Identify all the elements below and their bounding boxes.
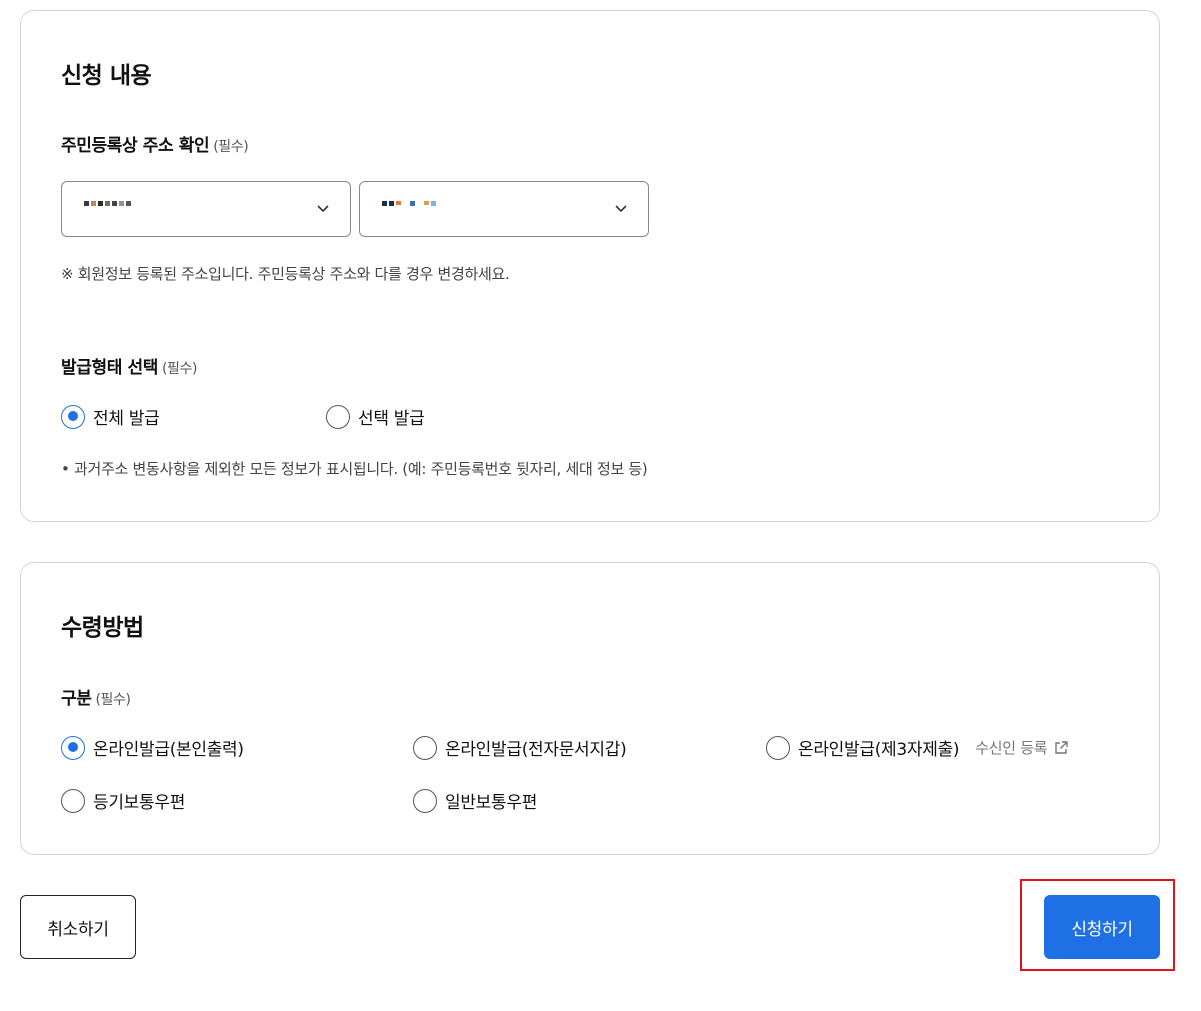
radio-unchecked-icon bbox=[61, 788, 85, 813]
issue-type-label-text: 발급형태 선택 bbox=[61, 358, 158, 378]
recipient-register-label: 수신인 등록 bbox=[975, 739, 1048, 757]
address-label-text: 주민등록상 주소 확인 bbox=[61, 136, 210, 156]
radio-full-issue[interactable]: 전체 발급 bbox=[61, 404, 160, 429]
cancel-button[interactable]: 취소하기 bbox=[20, 895, 136, 959]
required-marker: (필수) bbox=[213, 139, 249, 155]
address-label: 주민등록상 주소 확인 (필수) bbox=[61, 131, 249, 156]
address-note: ※ 회원정보 등록된 주소입니다. 주민등록상 주소와 다를 경우 변경하세요. bbox=[61, 265, 510, 283]
radio-unchecked-icon bbox=[326, 404, 350, 429]
radio-label: 선택 발급 bbox=[358, 409, 425, 429]
issue-type-label: 발급형태 선택 (필수) bbox=[61, 353, 197, 378]
apply-section: 신청 내용 주민등록상 주소 확인 (필수) ※ 회원정보 등록된 주소입니다. … bbox=[20, 10, 1160, 522]
radio-online-third-party[interactable]: 온라인발급(제3자제출) 수신인 등록 bbox=[766, 735, 1069, 760]
masked-value bbox=[382, 201, 436, 206]
address-city-select[interactable] bbox=[359, 181, 649, 237]
radio-label: 등기보통우편 bbox=[93, 793, 186, 813]
radio-checked-icon bbox=[61, 735, 85, 760]
address-province-select[interactable] bbox=[61, 181, 351, 237]
radio-label: 전체 발급 bbox=[93, 409, 160, 429]
category-label: 구분 (필수) bbox=[61, 684, 131, 709]
radio-label: 온라인발급(본인출력) bbox=[93, 740, 244, 760]
radio-regular-mail[interactable]: 일반보통우편 bbox=[413, 788, 537, 813]
chevron-down-icon bbox=[615, 205, 627, 213]
radio-label: 일반보통우편 bbox=[445, 793, 538, 813]
required-marker: (필수) bbox=[161, 361, 198, 377]
radio-label: 온라인발급(제3자제출) bbox=[798, 740, 960, 760]
radio-online-e-wallet[interactable]: 온라인발급(전자문서지갑) bbox=[413, 735, 627, 760]
receive-section: 수령방법 구분 (필수) 온라인발급(본인출력) 온라인발급(전자문서지갑) 온라… bbox=[20, 562, 1160, 855]
masked-value bbox=[84, 201, 131, 206]
radio-unchecked-icon bbox=[766, 735, 790, 760]
category-label-text: 구분 bbox=[61, 689, 92, 709]
radio-unchecked-icon bbox=[413, 788, 437, 813]
external-link-icon bbox=[1055, 740, 1068, 754]
submit-button[interactable]: 신청하기 bbox=[1044, 895, 1160, 959]
radio-registered-mail[interactable]: 등기보통우편 bbox=[61, 788, 185, 813]
radio-checked-icon bbox=[61, 404, 85, 429]
radio-selective-issue[interactable]: 선택 발급 bbox=[326, 404, 425, 429]
section-title-receive: 수령방법 bbox=[61, 615, 144, 641]
section-title-apply: 신청 내용 bbox=[61, 63, 152, 89]
radio-label: 온라인발급(전자문서지갑) bbox=[445, 740, 627, 760]
chevron-down-icon bbox=[317, 205, 329, 213]
recipient-register-link[interactable]: 수신인 등록 bbox=[975, 737, 1069, 758]
required-marker: (필수) bbox=[95, 692, 131, 708]
radio-unchecked-icon bbox=[413, 735, 437, 760]
radio-online-self-print[interactable]: 온라인발급(본인출력) bbox=[61, 735, 244, 760]
issue-type-note: • 과거주소 변동사항을 제외한 모든 정보가 표시됩니다. (예: 주민등록번… bbox=[61, 460, 648, 478]
